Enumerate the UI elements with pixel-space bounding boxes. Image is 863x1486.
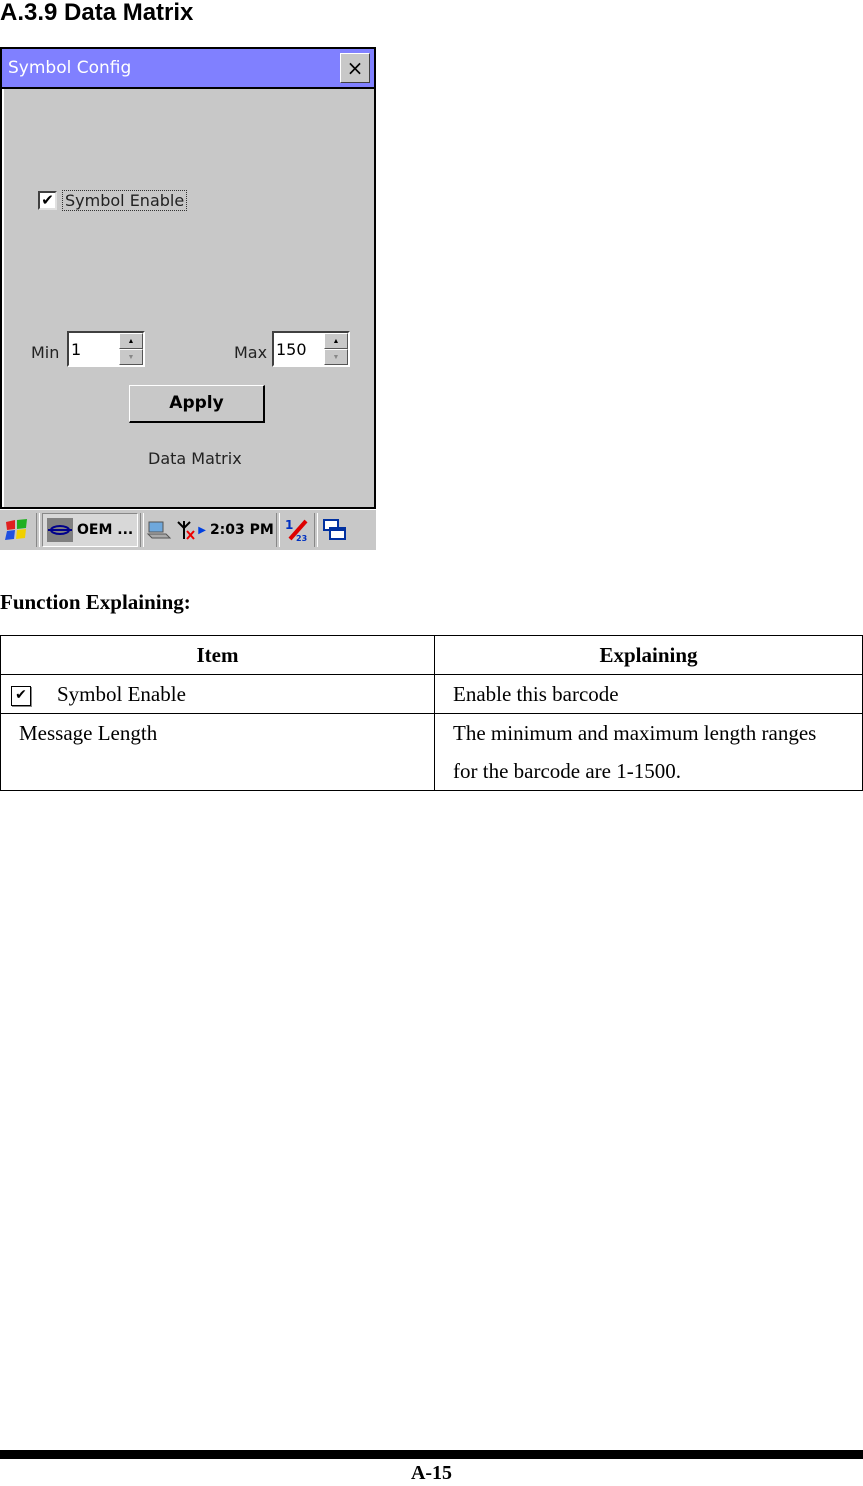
function-table: Item Explaining ✔ Symbol Enable Enable th… [0, 635, 863, 791]
close-button[interactable]: × [340, 53, 370, 83]
checkbox-checked-icon[interactable]: ✔ [38, 191, 57, 210]
expand-arrow-icon[interactable]: ▶ [198, 525, 206, 536]
app-icon [47, 518, 73, 542]
header-item: Item [0, 635, 435, 675]
function-explaining-title: Function Explaining: [0, 590, 191, 614]
page-number: A-15 [410, 1462, 453, 1484]
oem-app-label: OEM ... [77, 522, 134, 538]
input-panel-icon: 1 23 [285, 518, 308, 543]
network-status[interactable]: ▶ 2:03 PM [146, 513, 274, 547]
item-cell: Symbol Enable [57, 682, 186, 706]
max-input[interactable] [274, 333, 324, 365]
device-screenshot: Symbol Config × ✔ Symbol Enable Min ▲ ▼ … [0, 47, 376, 550]
switch-windows-icon [322, 519, 346, 540]
clock[interactable]: 2:03 PM [210, 522, 274, 538]
table-row: ✔ Symbol Enable Enable this barcode [0, 674, 863, 714]
taskbar: OEM ... ▶ 2:03 PM 1 23 [0, 509, 376, 550]
symbol-config-window: Symbol Config × ✔ Symbol Enable Min ▲ ▼ … [0, 47, 376, 509]
window-title: Symbol Config [8, 58, 132, 78]
max-spinner[interactable]: ▲ ▼ [272, 331, 350, 367]
min-label: Min [31, 343, 60, 362]
section-title: A.3.9 Data Matrix [0, 0, 194, 26]
symbol-enable-checkbox[interactable]: ✔ Symbol Enable [38, 190, 188, 211]
min-spinner[interactable]: ▲ ▼ [67, 331, 145, 367]
explaining-cell: The minimum and maximum length ranges fo… [434, 713, 863, 791]
max-label: Max [234, 343, 268, 362]
explaining-cell: Enable this barcode [434, 674, 863, 714]
header-explaining: Explaining [434, 635, 863, 675]
item-cell: Message Length [0, 713, 435, 791]
svg-text:1: 1 [285, 518, 293, 532]
table-header-row: Item Explaining [0, 635, 863, 675]
footer-divider [0, 1450, 863, 1459]
symbol-enable-label: Symbol Enable [62, 190, 188, 211]
checkbox-checked-icon: ✔ [11, 686, 31, 707]
max-up-arrow-icon[interactable]: ▲ [324, 333, 348, 349]
antenna-no-signal-icon [177, 521, 195, 540]
start-button[interactable] [0, 513, 34, 547]
min-input[interactable] [69, 333, 119, 365]
min-up-arrow-icon[interactable]: ▲ [119, 333, 143, 349]
max-down-arrow-icon[interactable]: ▼ [324, 349, 348, 365]
oem-app-button[interactable]: OEM ... [42, 513, 139, 547]
symbol-caption: Data Matrix [148, 449, 242, 468]
apply-button[interactable]: Apply [129, 385, 265, 423]
network-computer-icon [147, 521, 172, 539]
windows-flag-icon [5, 519, 27, 540]
svg-text:23: 23 [296, 534, 307, 543]
switch-windows-button[interactable] [320, 513, 350, 547]
min-down-arrow-icon[interactable]: ▼ [119, 349, 143, 365]
table-row: Message Length The minimum and maximum l… [0, 713, 863, 791]
input-panel-button[interactable]: 1 23 [282, 513, 312, 547]
title-bar: Symbol Config × [2, 49, 374, 89]
